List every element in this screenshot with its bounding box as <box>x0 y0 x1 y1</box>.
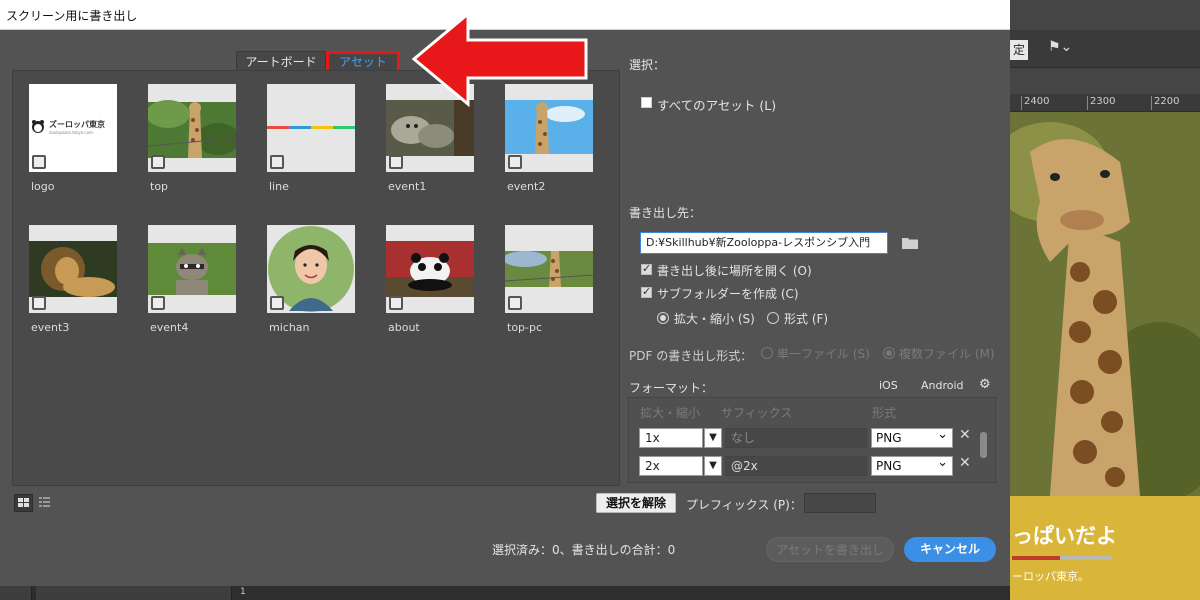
select-label: 選択： <box>629 58 666 72</box>
format-select[interactable]: PNG <box>871 426 953 448</box>
format-scrollbar[interactable] <box>979 422 988 480</box>
asset-label: event4 <box>150 321 189 334</box>
pdf-multi-label[interactable]: 複数ファイル (M) <box>899 345 995 362</box>
gear-icon[interactable]: ⚙ <box>979 377 991 392</box>
create-subfolder-label[interactable]: サブフォルダーを作成 (C) <box>657 285 799 302</box>
asset-checkbox[interactable] <box>270 296 284 310</box>
create-subfolder-checkbox[interactable] <box>641 285 652 298</box>
asset-thumbnail[interactable] <box>267 225 355 313</box>
background-toolbar-button[interactable]: 定 <box>1010 40 1028 60</box>
prefix-input[interactable] <box>804 493 876 513</box>
remove-row-icon[interactable]: ✕ <box>959 427 971 443</box>
bottom-number: 1 <box>240 587 246 597</box>
ruler: 2400 2300 2200 <box>1010 94 1200 112</box>
asset-label: top <box>150 180 169 193</box>
giraffe-photo <box>1010 112 1200 496</box>
asset-label: event3 <box>31 321 70 334</box>
dialog-title: スクリーン用に書き出し <box>6 9 138 23</box>
scale-dropdown-icon[interactable]: ▼ <box>704 456 722 476</box>
scrollbar-thumb[interactable] <box>980 432 987 458</box>
bottom-segment <box>36 586 232 600</box>
asset-thumbnail[interactable] <box>148 225 236 313</box>
scale-input[interactable]: 2x <box>639 456 703 476</box>
column-header-suffix: サフィックス <box>721 406 793 420</box>
column-header-format: 形式 <box>872 406 897 420</box>
asset-label: logo <box>31 180 55 193</box>
asset-checkbox[interactable] <box>270 155 284 169</box>
asset-label: event1 <box>388 180 427 193</box>
format-label: フォーマット： <box>629 381 714 395</box>
suffix-input[interactable]: @2x <box>725 456 867 476</box>
banner-heading: っぱいだよ <box>1012 524 1117 548</box>
asset-thumbnail[interactable] <box>386 225 474 313</box>
scale-dropdown-icon[interactable]: ▼ <box>704 428 722 448</box>
asset-label: event2 <box>507 180 546 193</box>
bottom-segment <box>0 586 32 600</box>
asset-label: about <box>388 321 420 334</box>
asset-checkbox[interactable] <box>32 296 46 310</box>
logo-subtext: zoolopaoro.tokyo.com <box>49 130 93 135</box>
ruler-tick: 2200 <box>1150 96 1180 110</box>
flag-dropdown-icon[interactable]: ⚑⌄ <box>1048 39 1072 55</box>
asset-checkbox[interactable] <box>151 155 165 169</box>
scale-radio[interactable] <box>657 312 669 324</box>
destination-path-input[interactable]: D:¥Skillhub¥新Zooloppa-レスポンシブ入門 <box>640 232 888 254</box>
annotation-arrow <box>411 10 588 108</box>
folder-icon[interactable] <box>902 236 918 249</box>
open-after-export-label[interactable]: 書き出し後に場所を開く (O) <box>657 262 812 279</box>
yellow-banner: っぱいだよ ーロッパ東京。 <box>1010 496 1200 600</box>
column-header-scale: 拡大・縮小 <box>640 406 701 420</box>
all-assets-checkbox[interactable] <box>641 97 652 108</box>
prefix-label: プレフィックス (P)： <box>686 498 802 512</box>
cancel-button[interactable]: キャンセル <box>904 537 996 562</box>
format-table: 拡大・縮小 サフィックス 形式 1x ▼ なし PNG ✕ 2x ▼ @2x P… <box>628 397 996 483</box>
pdf-multi-radio[interactable] <box>883 347 895 359</box>
asset-thumbnail[interactable] <box>29 225 117 313</box>
status-text: 選択済み：0、書き出しの合計：0 <box>492 543 676 557</box>
export-assets-button[interactable]: アセットを書き出し <box>766 537 894 562</box>
pdf-single-radio[interactable] <box>761 347 773 359</box>
scale-radio-label[interactable]: 拡大・縮小 (S) <box>674 310 755 327</box>
ruler-tick: 2400 <box>1020 96 1050 110</box>
asset-checkbox[interactable] <box>389 296 403 310</box>
all-assets-label[interactable]: すべてのアセット (L) <box>657 95 776 114</box>
asset-thumbnail[interactable] <box>267 84 355 172</box>
asset-thumbnail[interactable] <box>148 84 236 172</box>
pdf-single-label[interactable]: 単一ファイル (S) <box>777 345 870 362</box>
format-radio-label[interactable]: 形式 (F) <box>784 310 828 327</box>
banner-underline-gray <box>1060 556 1112 560</box>
ruler-tick: 2300 <box>1086 96 1116 110</box>
asset-thumbnail[interactable] <box>505 225 593 313</box>
destination-label: 書き出し先： <box>629 206 702 220</box>
background-bottom-bar: 1 <box>0 586 1010 600</box>
format-radio[interactable] <box>767 312 779 324</box>
asset-checkbox[interactable] <box>151 296 165 310</box>
asset-checkbox[interactable] <box>508 155 522 169</box>
background-toolbar: 定 ⚑⌄ <box>1010 30 1200 68</box>
format-select[interactable]: PNG <box>871 454 953 476</box>
asset-checkbox[interactable] <box>508 296 522 310</box>
open-after-export-checkbox[interactable] <box>641 262 652 275</box>
asset-grid-panel: ズーロッパ東京 zoolopaoro.tokyo.com logo top li… <box>12 70 620 486</box>
ios-preset[interactable]: iOS <box>879 379 898 392</box>
logo-text: ズーロッパ東京 <box>49 120 105 129</box>
pdf-export-label: PDF の書き出し形式： <box>629 349 753 363</box>
banner-subtext: ーロッパ東京。 <box>1012 570 1089 583</box>
grid-view-icon[interactable] <box>14 494 33 512</box>
asset-checkbox[interactable] <box>389 155 403 169</box>
asset-label: michan <box>269 321 310 334</box>
scale-input[interactable]: 1x <box>639 428 703 448</box>
asset-label: line <box>269 180 289 193</box>
asset-checkbox[interactable] <box>32 155 46 169</box>
suffix-input[interactable]: なし <box>725 428 867 448</box>
asset-thumbnail[interactable]: ズーロッパ東京 zoolopaoro.tokyo.com <box>29 84 117 172</box>
asset-label: top-pc <box>507 321 543 334</box>
list-view-icon[interactable] <box>36 494 55 512</box>
background-app-window: 定 ⚑⌄ 2400 2300 2200 っぱいだよ ーロッパ東京。 <box>1010 0 1200 600</box>
remove-row-icon[interactable]: ✕ <box>959 455 971 471</box>
deselect-button[interactable]: 選択を解除 <box>596 493 676 513</box>
export-for-screens-dialog: スクリーン用に書き出し アートボード アセット ズーロッパ東京 zoolopao… <box>0 0 1010 586</box>
android-preset[interactable]: Android <box>921 379 964 392</box>
